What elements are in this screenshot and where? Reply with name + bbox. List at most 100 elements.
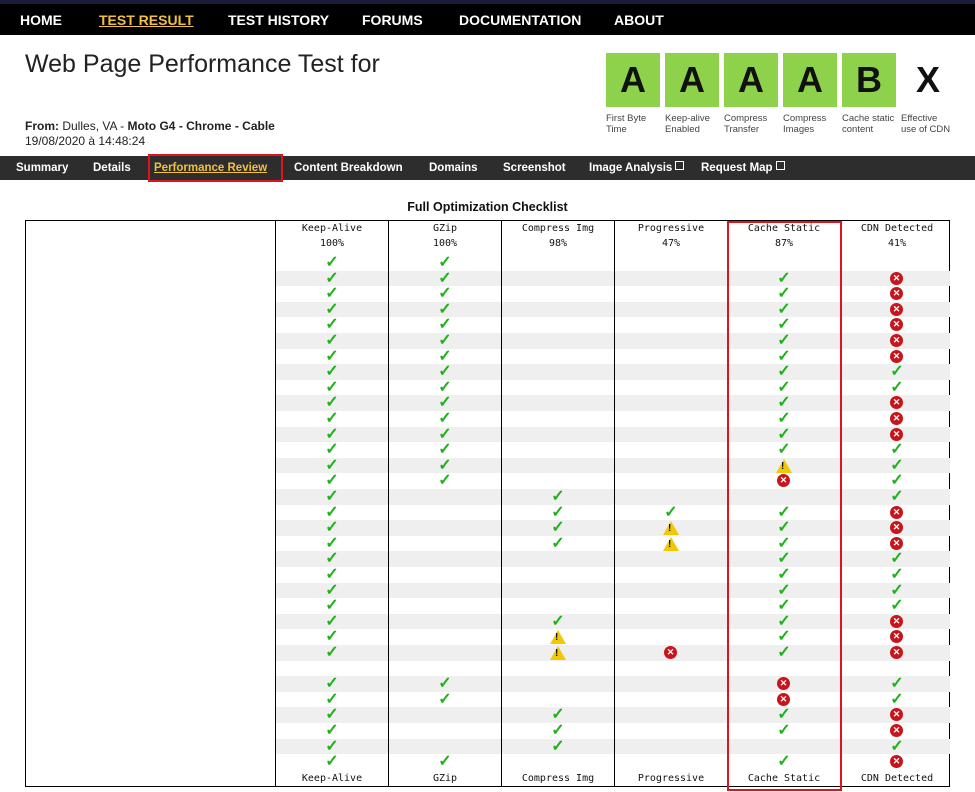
- pass-icon: ✓: [325, 503, 339, 521]
- fail-icon: ✕: [890, 646, 903, 659]
- grade-label-cache-static-content: Cache static content: [842, 113, 895, 135]
- pass-icon: ✓: [438, 363, 452, 381]
- row-stripe: [276, 582, 950, 599]
- fail-icon: ✕: [890, 287, 903, 301]
- pass-icon: ✓: [325, 519, 339, 537]
- row-stripe: [276, 707, 950, 723]
- page-title: Web Page Performance Test for: [25, 50, 380, 78]
- column-footer-cdn-detected: CDN Detected: [860, 773, 934, 784]
- top-navigation: HOME TEST RESULT TEST HISTORY FORUMS DOCUMEN…: [0, 0, 975, 35]
- fail-icon: ✕: [890, 614, 903, 628]
- fail-icon: ✕: [890, 349, 903, 363]
- nav-link-home[interactable]: HOME: [20, 12, 62, 28]
- pass-icon: ✓: [890, 737, 904, 755]
- pass-icon: ✓: [890, 472, 904, 490]
- separator: -: [116, 119, 128, 133]
- pass-icon: ✓: [890, 488, 904, 505]
- subnav-tab-request-map[interactable]: Request Map: [701, 161, 785, 174]
- grade-effective-use-of-cdn[interactable]: X: [901, 53, 955, 107]
- fail-icon: ✕: [664, 646, 677, 659]
- grade-cache-static-content[interactable]: B: [842, 53, 896, 107]
- pass-icon: ✓: [325, 753, 339, 771]
- fail-icon: ✕: [890, 755, 903, 769]
- pass-icon: ✓: [325, 410, 339, 427]
- subnav-tab-content-breakdown[interactable]: Content Breakdown: [294, 162, 403, 174]
- fail-icon: ✕: [890, 412, 903, 425]
- pass-icon: ✓: [551, 722, 565, 739]
- grade-label-first-byte-time: First Byte Time: [606, 113, 647, 135]
- pass-icon: ✓: [325, 456, 339, 474]
- subnav-tab-label: Summary: [16, 162, 69, 174]
- pass-icon: ✓: [551, 534, 565, 552]
- row-stripe: [276, 676, 950, 692]
- warn-icon: !: [550, 646, 566, 660]
- pass-icon: ✓: [325, 612, 339, 630]
- external-link-icon: [675, 161, 685, 170]
- row-stripe: [276, 395, 950, 411]
- nav-link-documentation[interactable]: DOCUMENTATION: [459, 12, 581, 28]
- warn-icon: !: [663, 536, 679, 551]
- subnav-tab-domains[interactable]: Domains: [429, 162, 478, 174]
- pass-icon: ✓: [890, 690, 904, 708]
- subnav-tab-label: Request Map: [701, 162, 773, 174]
- subnav-tab-summary[interactable]: Summary: [16, 162, 68, 174]
- device-browser-connection: Moto G4 - Chrome - Cable: [127, 119, 275, 133]
- pass-icon: ✓: [325, 316, 339, 334]
- nav-link-test-result[interactable]: TEST RESULT: [99, 12, 194, 28]
- location: Dulles, VA: [62, 119, 117, 133]
- pass-icon: ✓: [890, 581, 904, 599]
- pass-icon: ✓: [890, 566, 904, 583]
- subnav-tab-label: Screenshot: [503, 162, 566, 174]
- grade-label-keep-alive-enabled: Keep-alive Enabled: [665, 113, 710, 135]
- performance-review-highlight: [148, 154, 283, 182]
- pass-icon: ✓: [438, 456, 452, 474]
- pass-icon: ✓: [438, 269, 452, 287]
- pass-icon: ✓: [325, 300, 339, 318]
- pass-icon: ✓: [325, 363, 339, 381]
- column-score-gzip: 100%: [432, 238, 458, 249]
- pass-icon: ✓: [438, 378, 452, 396]
- pass-icon: ✓: [325, 628, 339, 646]
- subnav-tab-details[interactable]: Details: [93, 162, 131, 174]
- checklist-title: Full Optimization Checklist: [407, 200, 568, 214]
- pass-icon: ✓: [325, 425, 339, 443]
- grade-compress-images[interactable]: A: [783, 53, 837, 107]
- pass-icon: ✓: [325, 675, 339, 693]
- external-link-icon: [775, 161, 785, 170]
- column-divider: [388, 221, 389, 787]
- pass-icon: ✓: [438, 394, 452, 412]
- column-score-progressive: 47%: [661, 238, 681, 249]
- nav-link-forums[interactable]: FORUMS: [362, 12, 423, 28]
- pass-icon: ✓: [551, 503, 565, 521]
- pass-icon: ✓: [551, 612, 565, 630]
- column-header-progressive: Progressive: [637, 223, 705, 234]
- grade-first-byte-time[interactable]: A: [606, 53, 660, 107]
- pass-icon: ✓: [325, 254, 339, 271]
- pass-icon: ✓: [890, 675, 904, 693]
- nav-link-about[interactable]: ABOUT: [614, 12, 664, 28]
- warn-icon: !: [550, 630, 566, 645]
- column-header-keep-alive: Keep-Alive: [301, 223, 363, 234]
- pass-icon: ✓: [325, 706, 339, 724]
- from-label: From:: [25, 119, 59, 133]
- grade-keep-alive-enabled[interactable]: A: [665, 53, 719, 107]
- row-stripe: [276, 489, 950, 505]
- pass-icon: ✓: [325, 488, 339, 505]
- subnav-tab-image-analysis[interactable]: Image Analysis: [589, 161, 685, 174]
- pass-icon: ✓: [551, 737, 565, 755]
- fail-icon: ✕: [890, 724, 903, 737]
- column-score-compress-img: 98%: [548, 238, 568, 249]
- pass-icon: ✓: [438, 316, 452, 334]
- pass-icon: ✓: [438, 441, 452, 459]
- pass-icon: ✓: [438, 285, 452, 303]
- pass-icon: ✓: [325, 534, 339, 552]
- nav-link-test-history[interactable]: TEST HISTORY: [228, 12, 329, 28]
- grade-label-compress-images: Compress Images: [783, 113, 827, 135]
- pass-icon: ✓: [325, 581, 339, 599]
- row-stripe: [276, 301, 950, 318]
- column-divider: [614, 221, 615, 787]
- pass-icon: ✓: [890, 597, 904, 615]
- grade-compress-transfer[interactable]: A: [724, 53, 778, 107]
- subnav-tab-screenshot[interactable]: Screenshot: [503, 162, 566, 174]
- fail-icon: ✕: [890, 302, 903, 316]
